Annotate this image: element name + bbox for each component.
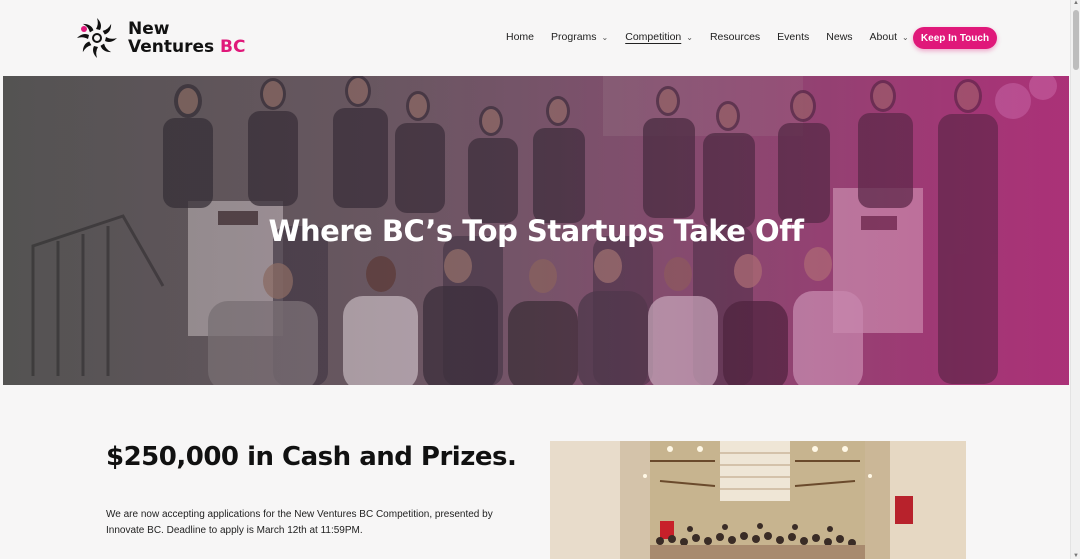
nav-item-about[interactable]: About ⌄ xyxy=(870,31,909,43)
logo-mark-icon xyxy=(77,18,117,58)
nav-item-resources[interactable]: Resources xyxy=(710,31,760,43)
atrium-photo xyxy=(550,441,966,559)
prizes-headline: $250,000 in Cash and Prizes. xyxy=(106,442,517,472)
applications-paragraph: We are now accepting applications for th… xyxy=(106,509,493,536)
nav-item-events[interactable]: Events xyxy=(777,31,809,43)
nav-item-programs[interactable]: Programs ⌄ xyxy=(551,31,608,43)
scroll-down-arrow-icon[interactable]: ▼ xyxy=(1072,553,1080,559)
main-nav: Home Programs ⌄ Competition ⌄ Resources Ev… xyxy=(506,31,926,43)
hero-title: Where BC’s Top Startups Take Off xyxy=(268,214,804,248)
site-header: New Ventures BC Home Programs ⌄ Competiti… xyxy=(0,0,1070,76)
hero-banner: Where BC’s Top Startups Take Off xyxy=(3,76,1069,385)
atrium-group-photo-icon xyxy=(550,441,966,559)
nav-item-news[interactable]: News xyxy=(826,31,852,43)
logo-accent: BC xyxy=(220,37,246,57)
nav-item-home[interactable]: Home xyxy=(506,31,534,43)
scroll-up-arrow-icon[interactable]: ▲ xyxy=(1072,0,1080,6)
logo[interactable]: New Ventures BC xyxy=(74,16,245,60)
page-scrollbar[interactable]: ▲ ▼ xyxy=(1070,0,1080,559)
chevron-down-icon: ⌄ xyxy=(601,32,609,42)
logo-line-2: Ventures xyxy=(128,37,215,57)
scroll-thumb[interactable] xyxy=(1073,10,1079,70)
nav-item-competition[interactable]: Competition ⌄ xyxy=(625,31,693,43)
chevron-down-icon: ⌄ xyxy=(686,32,693,42)
chevron-down-icon: ⌄ xyxy=(902,32,909,42)
logo-line-1: New xyxy=(128,19,170,39)
logo-wordmark: New Ventures BC xyxy=(128,20,245,56)
keep-in-touch-button[interactable]: Keep In Touch xyxy=(913,27,997,49)
